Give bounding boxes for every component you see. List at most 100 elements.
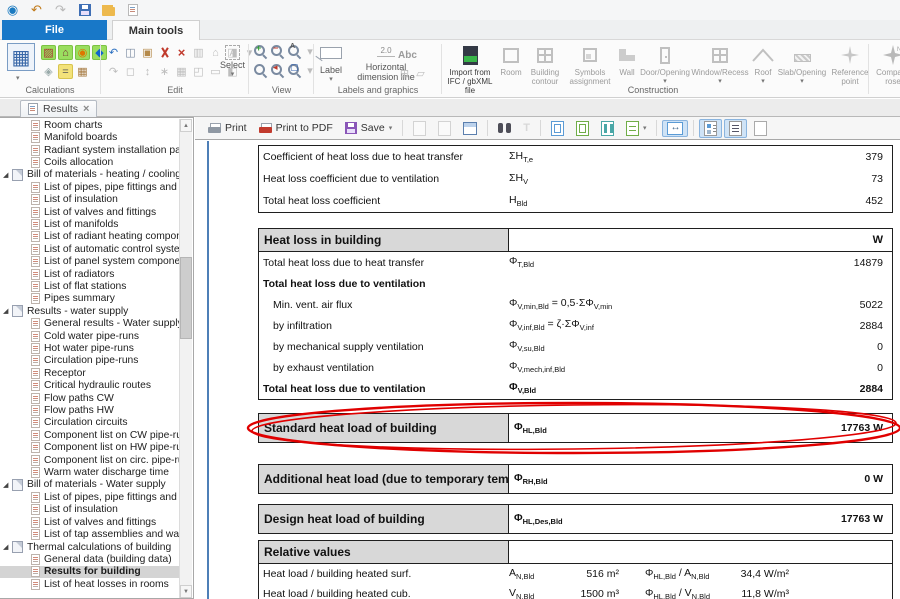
graphic-pointer-icon[interactable]: ▱ [413, 66, 428, 81]
tree-item[interactable]: List of heat losses in rooms [0, 578, 180, 590]
scrollbar-thumb[interactable] [180, 257, 192, 339]
tree-item[interactable]: Pipes summary [0, 293, 180, 305]
tree-item[interactable]: List of insulation [0, 504, 180, 516]
ribbon-button-reference-point[interactable]: Referencepoint [828, 43, 872, 86]
redo-edit-icon[interactable]: ↷ [106, 64, 121, 79]
grid-check-icon[interactable]: ▦ [174, 64, 189, 79]
zoom-all-icon[interactable]: A [288, 45, 301, 58]
paste-report-icon[interactable] [408, 119, 431, 138]
tree-item[interactable]: Warm water discharge time [0, 466, 180, 478]
scroll-up-button[interactable]: ▲ [180, 119, 192, 132]
app-logo-icon[interactable]: ◉ [5, 3, 20, 18]
stamp-icon[interactable]: ◈ [41, 64, 56, 79]
tree-item[interactable]: General results - Water supply [0, 318, 180, 330]
tree-item[interactable]: ◢Bill of materials - Water supply [0, 479, 180, 491]
tree-item[interactable]: Radiant system installation parameters [0, 144, 180, 156]
fit-width-icon[interactable] [662, 120, 688, 137]
print-to-pdf-button[interactable]: Print to PDF [254, 120, 338, 136]
tree-item[interactable]: Component list on circ. pipe-runs [0, 454, 180, 466]
ribbon-button-building-contour[interactable]: Buildingcontour [525, 43, 565, 86]
delete-icon[interactable]: × [174, 45, 189, 60]
tree-expander-icon[interactable]: ◢ [3, 481, 12, 489]
frame-icon[interactable]: ◻ [123, 64, 138, 79]
tree-item[interactable]: ◢Results - water supply [0, 305, 180, 317]
tab-results[interactable]: Results × [20, 100, 97, 117]
calc-energy-icon[interactable]: ◉ [75, 45, 90, 60]
ribbon-button-slab-opening[interactable]: Slab/Opening▾ [777, 43, 827, 86]
zoom-window-icon[interactable]: ▢ [288, 64, 301, 77]
tree-expander-icon[interactable]: ◢ [3, 543, 12, 551]
pan-icon[interactable] [254, 64, 267, 77]
tree-item[interactable]: Component list on CW pipe-runs [0, 429, 180, 441]
tree-item[interactable]: List of radiant heating components [0, 231, 180, 243]
undo-edit-icon[interactable]: ↶ [106, 45, 121, 60]
page-color-view-icon[interactable] [571, 119, 594, 138]
tree-item[interactable]: List of valves and fittings [0, 516, 180, 528]
redo-icon[interactable]: ↷ [53, 3, 68, 18]
zoom-selection-dropdown[interactable]: ▾ [304, 44, 316, 59]
tree-item[interactable]: Coils allocation [0, 156, 180, 168]
tree-item[interactable]: List of pipes, pipe fittings and couplin… [0, 491, 180, 503]
calc-rooms-icon[interactable]: ⌂ [58, 45, 73, 60]
ribbon-button-room[interactable]: Room [498, 43, 524, 77]
tree-item[interactable]: Circulation circuits [0, 417, 180, 429]
legend-table-icon[interactable]: ⊞ [397, 66, 412, 81]
tree-item[interactable]: List of radiators [0, 268, 180, 280]
thumbnails-view-icon[interactable] [699, 119, 722, 138]
outline-view-icon[interactable] [724, 119, 747, 138]
ribbon-button-compass-rose[interactable]: NCompassrose [873, 43, 900, 86]
materials-icon[interactable]: ▦ [75, 64, 90, 79]
ribbon-button-door-opening[interactable]: Door/Opening▾ [640, 43, 690, 86]
tree-item[interactable]: Results for building [0, 566, 180, 578]
tree-item[interactable]: List of tap assemblies and water outlet … [0, 528, 180, 540]
tree-item[interactable]: Cold water pipe-runs [0, 330, 180, 342]
two-column-view-icon[interactable] [596, 119, 619, 138]
zoom-previous-icon[interactable]: ◂ [271, 64, 284, 77]
tree-item[interactable]: List of manifolds [0, 218, 180, 230]
plain-page-icon[interactable] [749, 119, 772, 138]
tree-item[interactable]: ◢Bill of materials - heating / cooling [0, 169, 180, 181]
tree-scrollbar[interactable]: ▲ ▼ [179, 119, 192, 598]
flip-vertical-icon[interactable]: ↕ [140, 64, 155, 79]
save-report-button[interactable]: Save▾ [340, 120, 397, 136]
page-view-dropdown[interactable]: ▾ [304, 63, 316, 78]
table-view-icon[interactable]: ▾ [621, 119, 652, 138]
tree-item[interactable]: List of insulation [0, 193, 180, 205]
ribbon-button-symbols-assignment[interactable]: Symbolsassignment [566, 43, 614, 86]
tree-item[interactable]: List of flat stations [0, 280, 180, 292]
find-icon[interactable] [493, 121, 516, 135]
save-dropdown[interactable]: ▾ [389, 124, 393, 132]
tree-item[interactable]: Flow paths CW [0, 392, 180, 404]
tree-item[interactable]: List of pipes, pipe fittings and couplin… [0, 181, 180, 193]
tree-item[interactable]: Manifold boards [0, 131, 180, 143]
copy-report-icon[interactable] [433, 119, 456, 138]
calculations-dropdown[interactable]: ▾ [16, 74, 20, 82]
tree-item[interactable]: List of automatic control system compo [0, 243, 180, 255]
calculations-button[interactable]: ▦ [7, 43, 35, 71]
undo-icon[interactable]: ↶ [29, 3, 44, 18]
whole-page-view-icon[interactable] [546, 119, 569, 138]
label-button[interactable]: Label ▾ [320, 47, 342, 85]
calc-heating-icon[interactable]: ▨ [41, 45, 56, 60]
tree-item[interactable]: Component list on HW pipe-runs [0, 442, 180, 454]
copy-icon[interactable]: ◫ [123, 45, 138, 60]
formulas-icon[interactable]: = [58, 64, 73, 79]
ribbon-button-roof[interactable]: Roof▾ [750, 43, 776, 86]
open-icon[interactable] [101, 3, 116, 18]
tree-item[interactable]: Critical hydraulic routes [0, 380, 180, 392]
resize-icon[interactable]: ◰ [191, 64, 206, 79]
print-button[interactable]: Print [203, 120, 252, 136]
tree-item[interactable]: Receptor [0, 367, 180, 379]
tree-expander-icon[interactable]: ◢ [3, 307, 12, 315]
tab-file[interactable]: File [2, 20, 107, 40]
close-tab-icon[interactable]: × [83, 103, 89, 115]
tree-item[interactable]: List of panel system components [0, 255, 180, 267]
scroll-down-button[interactable]: ▼ [180, 585, 192, 598]
font-icon[interactable]: T [518, 120, 535, 136]
tree-item[interactable]: Flow paths HW [0, 404, 180, 416]
zoom-in-icon[interactable]: + [254, 45, 267, 58]
cut-icon[interactable] [157, 45, 172, 60]
export-table-icon[interactable] [458, 120, 482, 137]
align-icon[interactable]: ▥ [191, 45, 206, 60]
tab-main-tools[interactable]: Main tools [112, 20, 200, 40]
